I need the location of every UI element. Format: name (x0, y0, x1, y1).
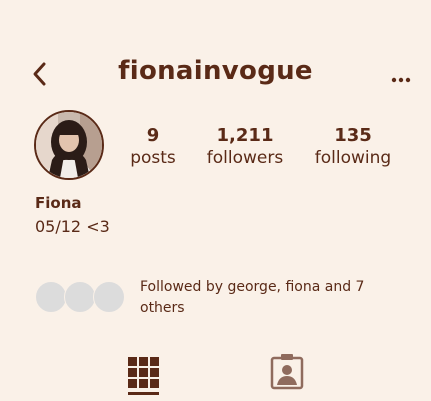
stat-followers[interactable]: 1,211 followers (196, 125, 294, 169)
more-options-icon[interactable] (386, 64, 416, 88)
followers-label: followers (206, 148, 284, 168)
profile-avatar[interactable] (34, 110, 104, 180)
posts-count: 9 (146, 125, 160, 146)
profile-display-name: Fiona (35, 194, 82, 212)
following-count: 135 (334, 125, 372, 146)
stat-following[interactable]: 135 following (308, 125, 398, 169)
grid-icon[interactable] (128, 357, 160, 395)
profile-username: fionainvogue (118, 56, 313, 86)
mutual-followers-avatars[interactable] (35, 281, 127, 313)
followed-by-text[interactable]: Followed by george, fiona and 7 others (140, 277, 390, 319)
mutual-follower-avatar (64, 281, 96, 313)
mutual-follower-avatar (93, 281, 125, 313)
mutual-follower-avatar (35, 281, 67, 313)
followers-count: 1,211 (216, 125, 274, 146)
following-label: following (314, 148, 392, 168)
tagged-person-icon[interactable] (270, 354, 304, 390)
profile-bio: 05/12 <3 (35, 217, 110, 236)
avatar-photo (36, 112, 102, 178)
stat-posts[interactable]: 9 posts (122, 125, 184, 169)
posts-label: posts (130, 148, 176, 168)
